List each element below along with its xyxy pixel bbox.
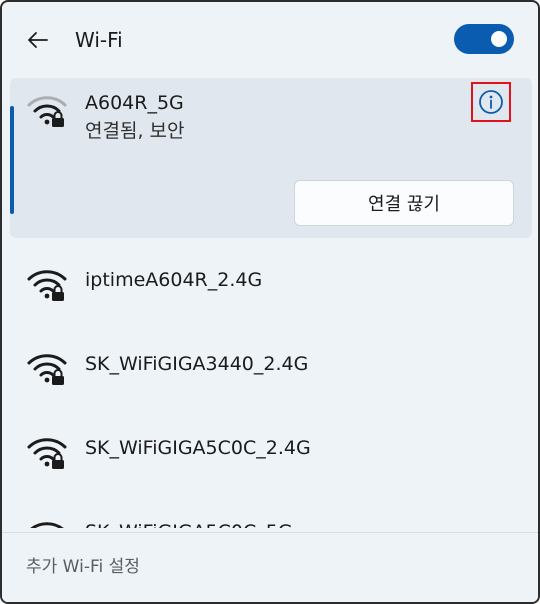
- toggle-knob: [491, 31, 507, 47]
- wifi-header: Wi-Fi: [2, 2, 538, 78]
- network-name: iptimeA604R_2.4G: [85, 269, 263, 291]
- network-row[interactable]: iptimeA604R_2.4G: [2, 242, 538, 326]
- more-wifi-settings-link[interactable]: 추가 Wi-Fi 설정: [26, 555, 140, 579]
- wifi-secured-icon: [27, 438, 67, 469]
- wifi-flyout-panel: Wi-Fi A604R_5G 연결됨, 보안 연결 끊기 iptimeA604R…: [0, 0, 540, 604]
- network-row[interactable]: SK_WiFiGIGA3440_2.4G: [2, 326, 538, 410]
- network-list[interactable]: A604R_5G 연결됨, 보안 연결 끊기 iptimeA604R_2.4G …: [2, 78, 538, 528]
- wifi-secured-icon: [27, 354, 67, 385]
- back-arrow-icon: [28, 32, 48, 48]
- network-name: SK_WiFiGIGA5C0C_2.4G: [85, 437, 311, 459]
- network-name: A604R_5G: [85, 92, 184, 114]
- network-name: SK_WiFiGIGA3440_2.4G: [85, 353, 309, 375]
- wifi-secured-icon: [27, 96, 67, 127]
- network-row[interactable]: SK_WiFiGIGA5C0C_2.4G: [2, 410, 538, 494]
- info-button[interactable]: [471, 82, 511, 122]
- network-status: 연결됨, 보안: [85, 120, 185, 142]
- connected-network-card[interactable]: A604R_5G 연결됨, 보안 연결 끊기: [10, 78, 532, 238]
- active-indicator: [10, 106, 14, 214]
- back-button[interactable]: [24, 26, 52, 54]
- footer: 추가 Wi-Fi 설정: [2, 532, 538, 602]
- info-icon: [479, 90, 503, 114]
- network-row[interactable]: SK_WiFiGIGA5C0C_5G: [2, 494, 538, 528]
- disconnect-button[interactable]: 연결 끊기: [294, 180, 514, 226]
- wifi-toggle[interactable]: [454, 24, 514, 54]
- page-title: Wi-Fi: [75, 28, 123, 52]
- wifi-secured-icon: [27, 270, 67, 301]
- wifi-secured-icon: [30, 522, 64, 528]
- network-name: SK_WiFiGIGA5C0C_5G: [85, 519, 293, 528]
